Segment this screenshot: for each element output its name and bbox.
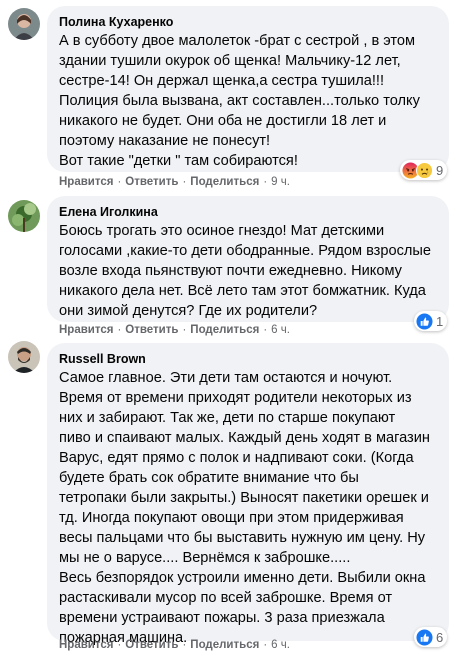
comment-author[interactable]: Полина Кухаренко: [59, 14, 437, 30]
reaction-counter[interactable]: 6: [414, 627, 448, 647]
comment-bubble: Елена Иголкина Боюсь трогать это осиное …: [47, 196, 449, 322]
comment-text: А в субботу двое малолеток -брат с сестр…: [59, 33, 420, 169]
reaction-counter[interactable]: 9: [400, 160, 448, 180]
comment-author[interactable]: Russell Brown: [59, 351, 437, 367]
avatar[interactable]: [8, 8, 40, 40]
reply-link[interactable]: Ответить: [125, 324, 178, 336]
comment-bubble: Russell Brown Самое главное. Эти дети та…: [47, 343, 449, 646]
reaction-count: 9: [436, 162, 444, 178]
reaction-count: 1: [436, 313, 444, 329]
timestamp[interactable]: 9 ч.: [271, 176, 290, 188]
comment-bubble: Полина Кухаренко А в субботу двое малоле…: [47, 6, 449, 172]
sad-reaction-icon: [416, 161, 433, 179]
comment-polina: Полина Кухаренко А в субботу двое малоле…: [0, 0, 463, 193]
reply-link[interactable]: Ответить: [125, 176, 178, 188]
comment-actions: Нравится · Ответить · Поделиться · 9 ч.: [59, 176, 290, 188]
like-link[interactable]: Нравится: [59, 639, 113, 651]
share-link[interactable]: Поделиться: [190, 324, 259, 336]
comment-text: Самое главное. Эти дети там остаются и н…: [59, 370, 430, 646]
comment-author[interactable]: Елена Иголкина: [59, 204, 437, 220]
share-link[interactable]: Поделиться: [190, 639, 259, 651]
like-reaction-icon: [416, 628, 433, 646]
reaction-counter[interactable]: 1: [414, 311, 448, 331]
avatar[interactable]: [8, 341, 40, 373]
like-reaction-icon: [416, 312, 433, 330]
timestamp[interactable]: 6 ч.: [271, 324, 290, 336]
comment-text: Боюсь трогать это осиное гнездо! Мат дет…: [59, 223, 432, 319]
timestamp[interactable]: 6 ч.: [271, 639, 290, 651]
reaction-count: 6: [436, 629, 444, 645]
comment-elena: Елена Иголкина Боюсь трогать это осиное …: [0, 193, 463, 338]
comment-actions: Нравится · Ответить · Поделиться · 6 ч.: [59, 639, 290, 651]
reply-link[interactable]: Ответить: [125, 639, 178, 651]
comment-russell: Russell Brown Самое главное. Эти дети та…: [0, 338, 463, 651]
avatar[interactable]: [8, 200, 40, 232]
like-link[interactable]: Нравится: [59, 176, 113, 188]
comment-actions: Нравится · Ответить · Поделиться · 6 ч.: [59, 324, 290, 336]
like-link[interactable]: Нравится: [59, 324, 113, 336]
share-link[interactable]: Поделиться: [190, 176, 259, 188]
